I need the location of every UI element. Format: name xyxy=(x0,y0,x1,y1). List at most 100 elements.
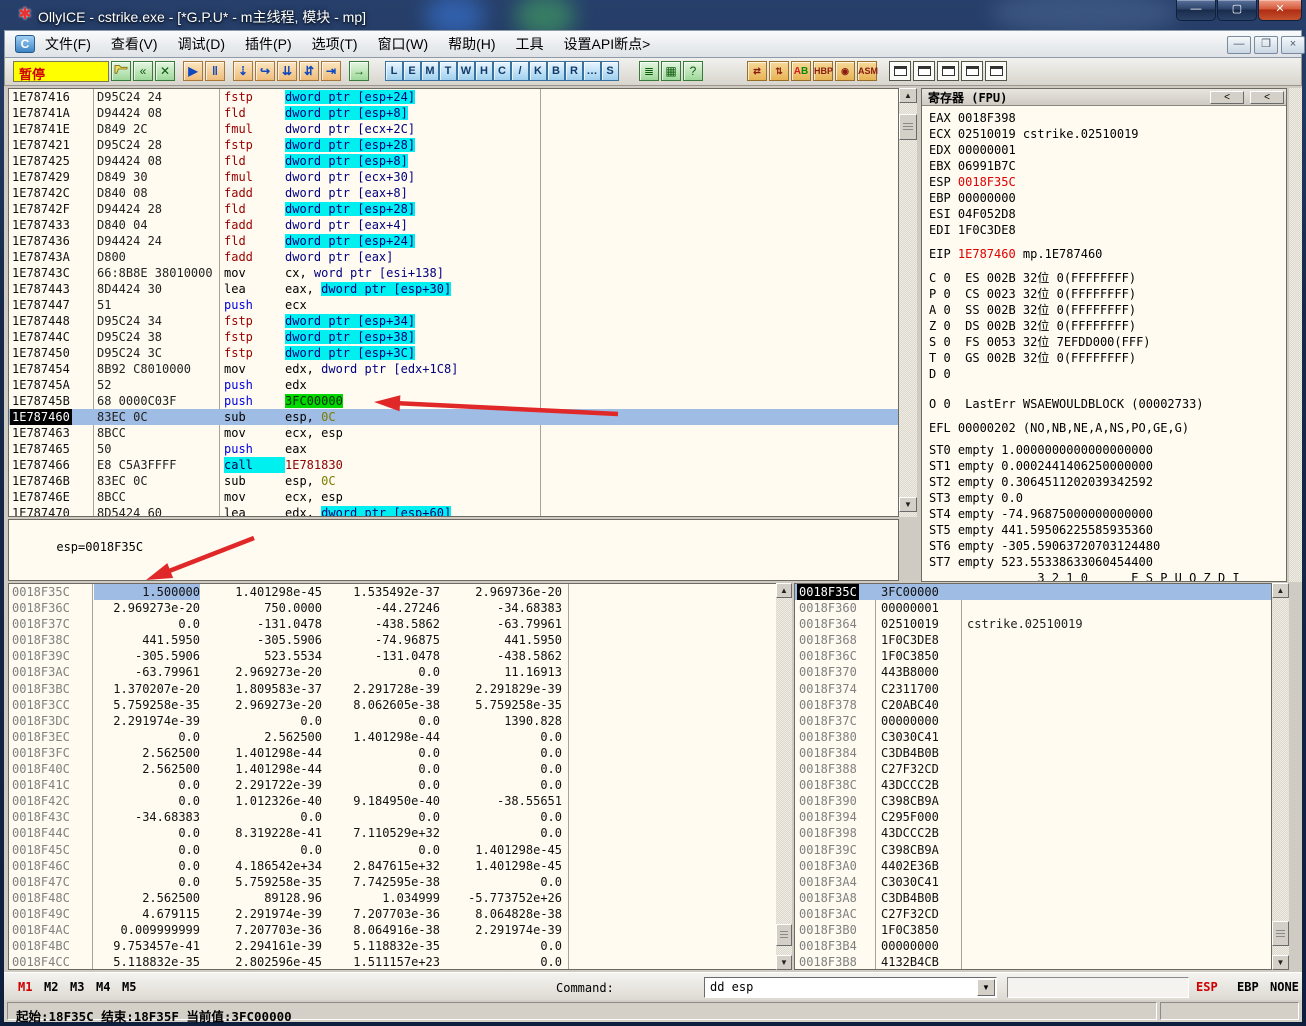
dump-value[interactable]: 0.0 xyxy=(322,761,440,777)
menu-item-d[interactable]: 调试(D) xyxy=(168,30,235,58)
register-line[interactable]: ST4 empty -74.96875000000000000 xyxy=(929,506,1286,522)
memory-tab-m1[interactable]: M1 xyxy=(18,980,32,994)
pause-button[interactable]: ‖ xyxy=(205,61,225,81)
layout-button-5[interactable] xyxy=(985,61,1007,81)
register-line[interactable]: ST6 empty -305.59063720703124480 xyxy=(929,538,1286,554)
dump-value[interactable]: 2.562500 xyxy=(94,761,200,777)
dump-value[interactable]: 2.291722e-39 xyxy=(200,777,322,793)
dump-value[interactable]: 0.0 xyxy=(322,713,440,729)
minimize-button[interactable]: — xyxy=(1176,0,1216,21)
dump-value[interactable]: 8.062605e-38 xyxy=(322,697,440,713)
dump-value[interactable]: 0.0 xyxy=(94,777,200,793)
dump-value[interactable]: 9.753457e-41 xyxy=(94,938,200,954)
dump-value[interactable]: 2.969273e-20 xyxy=(94,600,200,616)
register-line[interactable]: ESI 04F052D8 xyxy=(929,206,1286,222)
dump-value[interactable]: 0.0 xyxy=(94,793,200,809)
stack-row[interactable]: 0018F384C3DB4B0B xyxy=(795,745,1271,761)
secondary-field[interactable] xyxy=(1007,977,1189,998)
dump-row[interactable]: 0018F41C0.02.291722e-390.00.0 xyxy=(9,777,779,793)
restart-button[interactable]: « xyxy=(133,61,153,81)
dump-row[interactable]: 0018F48C2.56250089128.961.034999-5.77375… xyxy=(9,890,779,906)
dump-value[interactable]: 1.401298e-45 xyxy=(440,858,562,874)
menu-item-p[interactable]: 插件(P) xyxy=(235,30,302,58)
disasm-row[interactable]: 1E78746B83EC 0Csubesp, 0C xyxy=(9,473,898,489)
menu-item-w[interactable]: 窗口(W) xyxy=(368,30,439,58)
dump-value[interactable]: -438.5862 xyxy=(322,616,440,632)
dump-value[interactable]: 2.969273e-20 xyxy=(200,697,322,713)
dump-value[interactable]: 2.291974e-39 xyxy=(94,713,200,729)
dump-row[interactable]: 0018F40C2.5625001.401298e-440.00.0 xyxy=(9,761,779,777)
dump-value[interactable]: 2.291728e-39 xyxy=(322,681,440,697)
view-patches-button[interactable]: / xyxy=(511,61,529,81)
scroll-down-icon[interactable]: ▼ xyxy=(899,497,917,512)
dump-value[interactable]: 5.759258e-35 xyxy=(94,697,200,713)
stack-row[interactable]: 0018F3B400000000 xyxy=(795,938,1271,954)
go-to-address-button[interactable]: → xyxy=(349,61,369,81)
layout-button-3[interactable] xyxy=(937,61,959,81)
step-over-button[interactable]: ↪ xyxy=(255,61,275,81)
dump-value[interactable]: -74.96875 xyxy=(322,632,440,648)
dump-value[interactable]: 9.184950e-40 xyxy=(322,793,440,809)
disasm-row[interactable]: 1E78743C66:8B8E 38010000movcx, word ptr … xyxy=(9,265,898,281)
view-call-stack-button[interactable]: K xyxy=(529,61,547,81)
register-line[interactable]: P 0 CS 0023 32位 0(FFFFFFFF) xyxy=(929,286,1286,302)
memory-tab-m3[interactable]: M3 xyxy=(70,980,84,994)
scroll-up-icon[interactable]: ▲ xyxy=(899,88,917,103)
dump-value[interactable]: -63.79961 xyxy=(94,664,200,680)
dump-value[interactable]: 0.0 xyxy=(94,729,200,745)
dump-value[interactable]: 1.012326e-40 xyxy=(200,793,322,809)
dump-value[interactable]: -305.5906 xyxy=(200,632,322,648)
dump-value[interactable]: 1.809583e-37 xyxy=(200,681,322,697)
stack-row[interactable]: 0018F3B84132B4CB xyxy=(795,954,1271,970)
view-breakpoints-button[interactable]: B xyxy=(547,61,565,81)
dump-value[interactable]: 4.679115 xyxy=(94,906,200,922)
register-line[interactable]: T 0 GS 002B 32位 0(FFFFFFFF) xyxy=(929,350,1286,366)
dump-value[interactable]: 1.511157e+23 xyxy=(322,954,440,970)
register-line[interactable]: S 0 FS 0053 32位 7EFDD000(FFF) xyxy=(929,334,1286,350)
dump-value[interactable]: 1.401298e-44 xyxy=(322,729,440,745)
dump-value[interactable]: 0.0 xyxy=(94,842,200,858)
stack-row[interactable]: 0018F3A4C3030C41 xyxy=(795,874,1271,890)
layout-button-2[interactable] xyxy=(913,61,935,81)
dump-value[interactable]: 8.064916e-38 xyxy=(322,922,440,938)
dump-row[interactable]: 0018F36C2.969273e-20750.0000-44.27246-34… xyxy=(9,600,779,616)
dump-value[interactable]: 0.0 xyxy=(200,842,322,858)
dump-row[interactable]: 0018F3AC-63.799612.969273e-200.011.16913 xyxy=(9,664,779,680)
dump-value[interactable]: 0.0 xyxy=(94,858,200,874)
stack-row[interactable]: 0018F388C27F32CD xyxy=(795,761,1271,777)
stack-row[interactable]: 0018F378C20ABC40 xyxy=(795,697,1271,713)
dump-value[interactable]: 0.0 xyxy=(440,777,562,793)
dump-value[interactable]: 0.0 xyxy=(440,745,562,761)
dump-value[interactable]: 0.0 xyxy=(440,938,562,954)
dump-row[interactable]: 0018F4BC9.753457e-412.294161e-395.118832… xyxy=(9,938,779,954)
disasm-row[interactable]: 1E78742CD840 08fadddword ptr [eax+8] xyxy=(9,185,898,201)
register-line[interactable]: C 0 ES 002B 32位 0(FFFFFFFF) xyxy=(929,270,1286,286)
asm-plugin-button[interactable]: ASM xyxy=(857,61,877,81)
dump-value[interactable]: 1.401298e-44 xyxy=(200,761,322,777)
disasm-row[interactable]: 1E78745B68 0000C03Fpush3FC00000 xyxy=(9,393,898,409)
stack-follow-esp[interactable]: ESP xyxy=(1196,980,1218,994)
stack-row[interactable]: 0018F3A8C3DB4B0B xyxy=(795,890,1271,906)
trace-forward-button[interactable]: ⇅ xyxy=(769,61,789,81)
memory-tab-m4[interactable]: M4 xyxy=(96,980,110,994)
dump-row[interactable]: 0018F38C441.5950-305.5906-74.96875441.59… xyxy=(9,632,779,648)
layout-button-4[interactable] xyxy=(961,61,983,81)
scrollbar-thumb[interactable] xyxy=(1272,921,1289,946)
dump-row[interactable]: 0018F3FC2.5625001.401298e-440.00.0 xyxy=(9,745,779,761)
dump-value[interactable]: 0.0 xyxy=(94,874,200,890)
dump-row[interactable]: 0018F39C-305.5906523.5534-131.0478-438.5… xyxy=(9,648,779,664)
dump-row[interactable]: 0018F45C0.00.00.01.401298e-45 xyxy=(9,842,779,858)
stack-row[interactable]: 0018F3681F0C3DE8 xyxy=(795,632,1271,648)
dump-value[interactable]: 0.0 xyxy=(440,874,562,890)
register-line[interactable]: ST0 empty 1.0000000000000000000 xyxy=(929,442,1286,458)
dump-value[interactable]: 0.0 xyxy=(322,809,440,825)
register-line[interactable]: ESP 0018F35C xyxy=(929,174,1286,190)
stack-row[interactable]: 0018F394C295F000 xyxy=(795,809,1271,825)
target-plugin-button[interactable]: ◉ xyxy=(835,61,855,81)
dump-value[interactable]: 750.0000 xyxy=(200,600,322,616)
dump-value[interactable]: 0.0 xyxy=(322,777,440,793)
register-line[interactable]: EAX 0018F398 xyxy=(929,110,1286,126)
dump-value[interactable]: 0.0 xyxy=(322,664,440,680)
disasm-row[interactable]: 1E787425D94424 08flddword ptr [esp+8] xyxy=(9,153,898,169)
dump-row[interactable]: 0018F44C0.08.319228e-417.110529e+320.0 xyxy=(9,825,779,841)
